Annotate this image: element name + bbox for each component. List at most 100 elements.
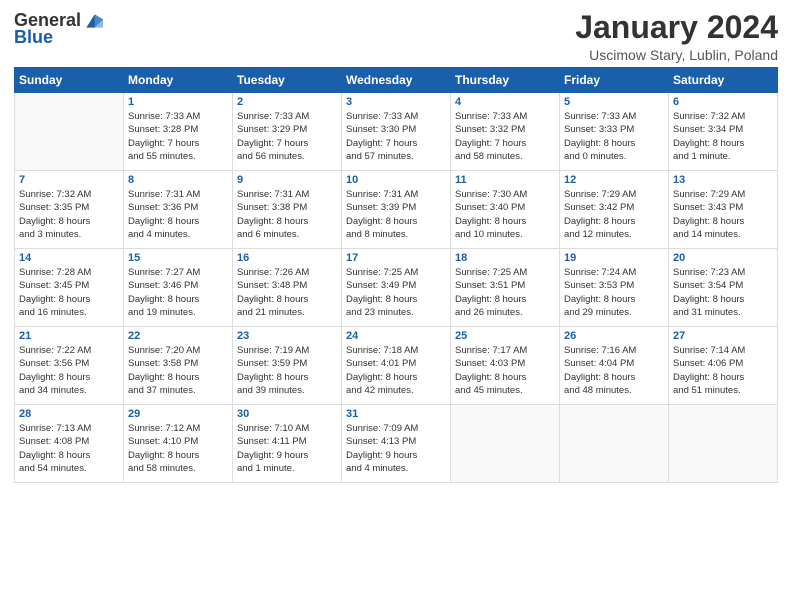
logo-icon <box>83 12 103 30</box>
calendar-cell: 2 Sunrise: 7:33 AMSunset: 3:29 PMDaylight… <box>233 93 342 171</box>
calendar-cell: 24 Sunrise: 7:18 AMSunset: 4:01 PMDayligh… <box>342 327 451 405</box>
calendar-cell: 26 Sunrise: 7:16 AMSunset: 4:04 PMDayligh… <box>560 327 669 405</box>
day-number: 15 <box>128 252 228 264</box>
day-info: Sunrise: 7:31 AMSunset: 3:38 PMDaylight:… <box>237 188 337 241</box>
day-number: 28 <box>19 408 119 420</box>
title-block: January 2024 Uscimow Stary, Lublin, Pola… <box>575 10 778 63</box>
calendar-cell: 16 Sunrise: 7:26 AMSunset: 3:48 PMDayligh… <box>233 249 342 327</box>
day-number: 4 <box>455 96 555 108</box>
calendar-cell: 25 Sunrise: 7:17 AMSunset: 4:03 PMDayligh… <box>451 327 560 405</box>
day-info: Sunrise: 7:14 AMSunset: 4:06 PMDaylight:… <box>673 344 773 397</box>
day-info: Sunrise: 7:16 AMSunset: 4:04 PMDaylight:… <box>564 344 664 397</box>
day-info: Sunrise: 7:29 AMSunset: 3:42 PMDaylight:… <box>564 188 664 241</box>
calendar-cell: 17 Sunrise: 7:25 AMSunset: 3:49 PMDayligh… <box>342 249 451 327</box>
calendar-week-3: 21 Sunrise: 7:22 AMSunset: 3:56 PMDayligh… <box>15 327 778 405</box>
day-number: 10 <box>346 174 446 186</box>
calendar-cell <box>560 405 669 483</box>
day-info: Sunrise: 7:31 AMSunset: 3:36 PMDaylight:… <box>128 188 228 241</box>
header-wednesday: Wednesday <box>342 68 451 93</box>
day-number: 29 <box>128 408 228 420</box>
day-number: 30 <box>237 408 337 420</box>
day-number: 6 <box>673 96 773 108</box>
day-info: Sunrise: 7:20 AMSunset: 3:58 PMDaylight:… <box>128 344 228 397</box>
location-subtitle: Uscimow Stary, Lublin, Poland <box>575 47 778 63</box>
day-info: Sunrise: 7:17 AMSunset: 4:03 PMDaylight:… <box>455 344 555 397</box>
day-info: Sunrise: 7:23 AMSunset: 3:54 PMDaylight:… <box>673 266 773 319</box>
day-info: Sunrise: 7:10 AMSunset: 4:11 PMDaylight:… <box>237 422 337 475</box>
calendar-cell: 6 Sunrise: 7:32 AMSunset: 3:34 PMDaylight… <box>669 93 778 171</box>
calendar-cell: 14 Sunrise: 7:28 AMSunset: 3:45 PMDayligh… <box>15 249 124 327</box>
day-number: 26 <box>564 330 664 342</box>
day-number: 24 <box>346 330 446 342</box>
logo-blue: Blue <box>14 27 53 48</box>
day-info: Sunrise: 7:33 AMSunset: 3:30 PMDaylight:… <box>346 110 446 163</box>
day-info: Sunrise: 7:27 AMSunset: 3:46 PMDaylight:… <box>128 266 228 319</box>
header-monday: Monday <box>124 68 233 93</box>
day-number: 11 <box>455 174 555 186</box>
calendar-cell: 7Sunrise: 7:32 AMSunset: 3:35 PMDaylight… <box>15 171 124 249</box>
calendar-week-4: 28 Sunrise: 7:13 AMSunset: 4:08 PMDayligh… <box>15 405 778 483</box>
calendar-cell: 27 Sunrise: 7:14 AMSunset: 4:06 PMDayligh… <box>669 327 778 405</box>
header-tuesday: Tuesday <box>233 68 342 93</box>
header-thursday: Thursday <box>451 68 560 93</box>
day-number: 1 <box>128 96 228 108</box>
calendar-cell: 12 Sunrise: 7:29 AMSunset: 3:42 PMDayligh… <box>560 171 669 249</box>
day-info: Sunrise: 7:09 AMSunset: 4:13 PMDaylight:… <box>346 422 446 475</box>
main-container: General Blue January 2024 Uscimow Stary,… <box>0 0 792 489</box>
day-number: 18 <box>455 252 555 264</box>
day-number: 13 <box>673 174 773 186</box>
calendar-cell: 5 Sunrise: 7:33 AMSunset: 3:33 PMDaylight… <box>560 93 669 171</box>
calendar-header-row: Sunday Monday Tuesday Wednesday Thursday… <box>15 68 778 93</box>
day-number: 2 <box>237 96 337 108</box>
calendar-cell <box>451 405 560 483</box>
day-number: 5 <box>564 96 664 108</box>
day-info: Sunrise: 7:33 AMSunset: 3:33 PMDaylight:… <box>564 110 664 163</box>
day-number: 21 <box>19 330 119 342</box>
day-info: Sunrise: 7:25 AMSunset: 3:51 PMDaylight:… <box>455 266 555 319</box>
day-number: 31 <box>346 408 446 420</box>
day-info: Sunrise: 7:30 AMSunset: 3:40 PMDaylight:… <box>455 188 555 241</box>
calendar-cell: 29 Sunrise: 7:12 AMSunset: 4:10 PMDayligh… <box>124 405 233 483</box>
day-info: Sunrise: 7:32 AMSunset: 3:34 PMDaylight:… <box>673 110 773 163</box>
calendar-cell: 3 Sunrise: 7:33 AMSunset: 3:30 PMDaylight… <box>342 93 451 171</box>
logo: General Blue <box>14 10 103 48</box>
day-number: 27 <box>673 330 773 342</box>
day-number: 16 <box>237 252 337 264</box>
day-info: Sunrise: 7:26 AMSunset: 3:48 PMDaylight:… <box>237 266 337 319</box>
calendar-cell: 19Sunrise: 7:24 AMSunset: 3:53 PMDayligh… <box>560 249 669 327</box>
header-row: General Blue January 2024 Uscimow Stary,… <box>14 10 778 63</box>
day-info: Sunrise: 7:33 AMSunset: 3:29 PMDaylight:… <box>237 110 337 163</box>
calendar-week-2: 14 Sunrise: 7:28 AMSunset: 3:45 PMDayligh… <box>15 249 778 327</box>
day-number: 20 <box>673 252 773 264</box>
calendar-cell: 11 Sunrise: 7:30 AMSunset: 3:40 PMDayligh… <box>451 171 560 249</box>
calendar-cell: 15 Sunrise: 7:27 AMSunset: 3:46 PMDayligh… <box>124 249 233 327</box>
calendar-cell: 1 Sunrise: 7:33 AMSunset: 3:28 PMDaylight… <box>124 93 233 171</box>
day-info: Sunrise: 7:31 AMSunset: 3:39 PMDaylight:… <box>346 188 446 241</box>
header-friday: Friday <box>560 68 669 93</box>
day-info: Sunrise: 7:18 AMSunset: 4:01 PMDaylight:… <box>346 344 446 397</box>
day-info: Sunrise: 7:12 AMSunset: 4:10 PMDaylight:… <box>128 422 228 475</box>
day-info: Sunrise: 7:25 AMSunset: 3:49 PMDaylight:… <box>346 266 446 319</box>
day-number: 14 <box>19 252 119 264</box>
header-saturday: Saturday <box>669 68 778 93</box>
day-number: 19 <box>564 252 664 264</box>
day-info: Sunrise: 7:32 AMSunset: 3:35 PMDaylight:… <box>19 188 119 241</box>
day-info: Sunrise: 7:28 AMSunset: 3:45 PMDaylight:… <box>19 266 119 319</box>
calendar-cell: 21 Sunrise: 7:22 AMSunset: 3:56 PMDayligh… <box>15 327 124 405</box>
calendar-week-0: 1 Sunrise: 7:33 AMSunset: 3:28 PMDaylight… <box>15 93 778 171</box>
day-number: 25 <box>455 330 555 342</box>
day-info: Sunrise: 7:13 AMSunset: 4:08 PMDaylight:… <box>19 422 119 475</box>
day-info: Sunrise: 7:22 AMSunset: 3:56 PMDaylight:… <box>19 344 119 397</box>
calendar-table: Sunday Monday Tuesday Wednesday Thursday… <box>14 67 778 483</box>
day-number: 3 <box>346 96 446 108</box>
header-sunday: Sunday <box>15 68 124 93</box>
day-number: 23 <box>237 330 337 342</box>
day-number: 9 <box>237 174 337 186</box>
calendar-cell: 31 Sunrise: 7:09 AMSunset: 4:13 PMDayligh… <box>342 405 451 483</box>
day-number: 17 <box>346 252 446 264</box>
calendar-cell: 13Sunrise: 7:29 AMSunset: 3:43 PMDayligh… <box>669 171 778 249</box>
day-number: 12 <box>564 174 664 186</box>
calendar-cell: 10 Sunrise: 7:31 AMSunset: 3:39 PMDayligh… <box>342 171 451 249</box>
day-info: Sunrise: 7:33 AMSunset: 3:28 PMDaylight:… <box>128 110 228 163</box>
calendar-cell: 22Sunrise: 7:20 AMSunset: 3:58 PMDayligh… <box>124 327 233 405</box>
